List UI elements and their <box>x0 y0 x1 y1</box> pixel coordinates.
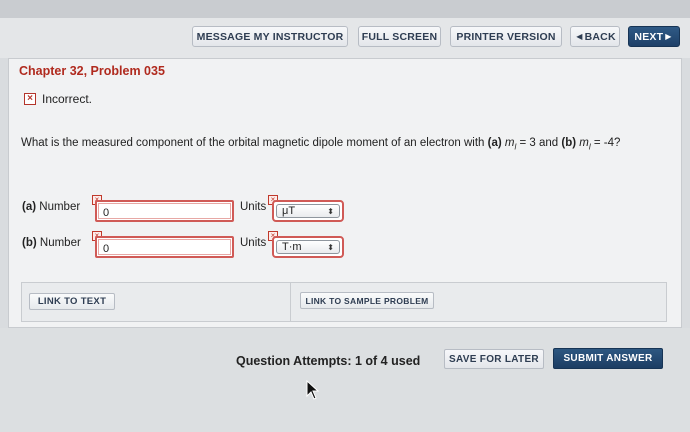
message-instructor-label: MESSAGE MY INSTRUCTOR <box>196 30 344 43</box>
browser-top-strip <box>0 0 690 18</box>
mouse-pointer-icon <box>306 380 320 400</box>
attempts-text: Question Attempts: 1 of 4 used <box>236 354 421 368</box>
back-button[interactable]: ◀ BACK <box>570 26 620 47</box>
part-b-var: m <box>579 137 589 149</box>
left-arrow-icon: ◀ <box>576 32 583 41</box>
message-instructor-button[interactable]: MESSAGE MY INSTRUCTOR <box>192 26 348 47</box>
answer-b-units-select[interactable]: T·m ⬍ <box>272 236 344 258</box>
question-text: What is the measured component of the or… <box>21 135 671 155</box>
answer-a-part: (a) <box>22 201 37 213</box>
footer-area <box>0 328 690 432</box>
save-for-later-button[interactable]: SAVE FOR LATER <box>444 349 544 369</box>
printer-version-button[interactable]: PRINTER VERSION <box>450 26 562 47</box>
link-to-text-button[interactable]: LINK TO TEXT <box>29 293 115 310</box>
answer-b-number-field[interactable]: 0 <box>95 236 234 258</box>
status-text: Incorrect. <box>42 92 93 106</box>
up-down-icon: ⬍ <box>327 242 334 252</box>
link-to-sample-label: LINK TO SAMPLE PROBLEM <box>305 295 429 306</box>
answer-b-number-value: 0 <box>98 239 231 255</box>
x-mark-icon: × <box>24 93 36 105</box>
link-to-sample-button[interactable]: LINK TO SAMPLE PROBLEM <box>300 292 434 309</box>
part-a-label: (a) <box>487 137 502 149</box>
problem-title: Chapter 32, Problem 035 <box>19 64 165 78</box>
answer-b-number-text: Number <box>39 237 81 249</box>
answer-b-unit-value: T·m <box>282 241 302 253</box>
submit-answer-label: SUBMIT ANSWER <box>563 353 653 364</box>
right-arrow-icon: ▶ <box>665 32 672 41</box>
back-label: BACK <box>584 30 616 43</box>
answer-a-units-label: Units <box>240 201 267 213</box>
next-label: NEXT <box>634 30 664 43</box>
part-b-label: (b) <box>561 137 577 149</box>
next-button[interactable]: NEXT ▶ <box>628 26 680 47</box>
answer-b-units-label: Units <box>240 237 267 249</box>
up-down-icon: ⬍ <box>327 206 334 216</box>
part-a-var: m <box>504 137 515 149</box>
answer-a-number-value: 0 <box>98 203 231 219</box>
links-divider <box>290 283 291 321</box>
answer-a-number-field[interactable]: 0 <box>95 200 234 222</box>
answer-a-number-label: (a) Number <box>22 201 80 213</box>
link-to-text-label: LINK TO TEXT <box>37 296 107 307</box>
answer-b-number-label: (b) Number <box>22 237 81 249</box>
part-a-value: = 3 and <box>516 137 562 149</box>
full-screen-label: FULL SCREEN <box>361 30 438 43</box>
answer-a-units-select[interactable]: μT ⬍ <box>272 200 344 222</box>
part-b-value: = -4? <box>590 137 621 149</box>
submit-answer-button[interactable]: SUBMIT ANSWER <box>553 348 663 369</box>
answer-a-unit-value: μT <box>282 205 296 217</box>
full-screen-button[interactable]: FULL SCREEN <box>358 26 441 47</box>
question-prefix: What is the measured component of the or… <box>21 137 485 149</box>
answer-b-part: (b) <box>22 237 37 249</box>
answer-a-number-text: Number <box>39 201 81 213</box>
save-for-later-label: SAVE FOR LATER <box>449 353 539 365</box>
toolbar: MESSAGE MY INSTRUCTOR FULL SCREEN PRINTE… <box>0 18 690 58</box>
printer-version-label: PRINTER VERSION <box>456 30 556 43</box>
